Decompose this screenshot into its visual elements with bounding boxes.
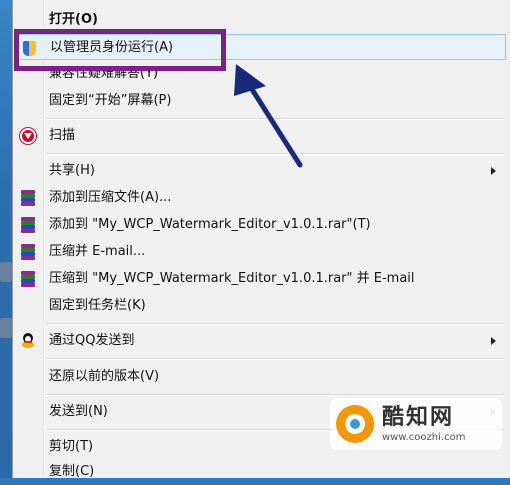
watermark-url: www.coozhi.com bbox=[382, 431, 466, 443]
watermark-brand: 酷知网 bbox=[382, 404, 455, 430]
coozhi-logo-icon bbox=[336, 405, 374, 443]
watermark: 酷知网 www.coozhi.com bbox=[330, 398, 502, 450]
